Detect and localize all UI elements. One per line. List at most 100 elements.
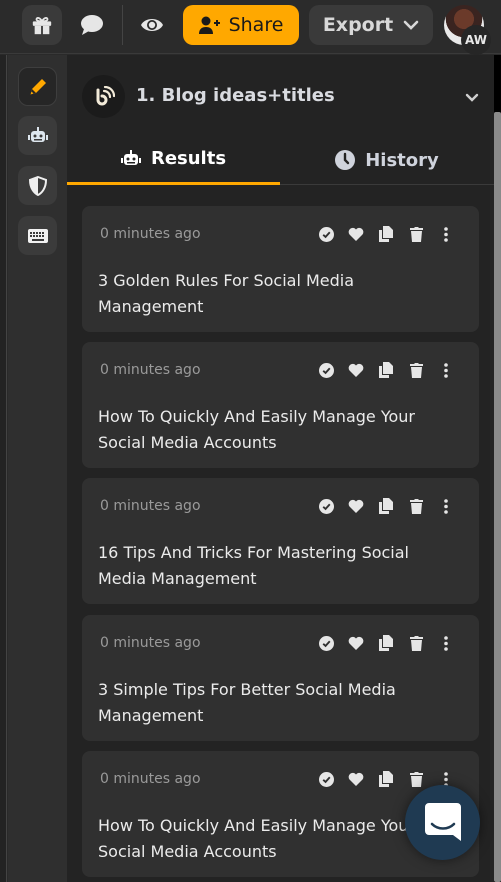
chevron-down-icon	[403, 20, 419, 30]
comments-button[interactable]	[72, 5, 112, 45]
rail-item-write[interactable]	[18, 67, 57, 106]
share-button[interactable]: Share	[183, 5, 299, 45]
tab-results[interactable]: Results	[67, 135, 280, 185]
gift-button[interactable]	[22, 5, 62, 45]
export-dropdown[interactable]: Export	[309, 5, 433, 45]
approve-button[interactable]	[318, 362, 334, 378]
result-text: 16 Tips And Tricks For Mastering Social …	[98, 543, 409, 588]
result-card[interactable]: 0 minutes ago 3 Simple Tips For Better S…	[82, 615, 479, 741]
copy-icon	[379, 226, 393, 242]
support-chat-launcher[interactable]	[405, 785, 480, 860]
blog-feed-icon	[96, 85, 115, 105]
favorite-button[interactable]	[348, 771, 364, 787]
rail-item-security[interactable]	[18, 166, 57, 205]
result-card[interactable]: 0 minutes ago How To Quickly And Easily …	[82, 342, 479, 468]
copy-button[interactable]	[378, 362, 394, 378]
delete-button[interactable]	[408, 498, 424, 514]
rail-item-keyboard[interactable]	[18, 216, 57, 255]
result-text: How To Quickly And Easily Manage Your So…	[98, 407, 415, 452]
more-options-button[interactable]	[438, 226, 454, 242]
outer-sidebar-edge	[0, 55, 7, 882]
avatar-initials: AW	[461, 25, 491, 55]
copy-icon	[379, 498, 393, 514]
check-circle-icon	[318, 362, 334, 378]
keyboard-icon	[27, 228, 48, 243]
more-vertical-icon	[444, 226, 448, 242]
check-circle-icon	[318, 226, 334, 242]
result-timestamp: 0 minutes ago	[100, 771, 201, 787]
result-actions	[318, 362, 454, 378]
more-vertical-icon	[444, 635, 448, 651]
favorite-button[interactable]	[348, 498, 364, 514]
pencil-icon	[30, 78, 46, 94]
trash-icon	[409, 498, 423, 514]
result-timestamp: 0 minutes ago	[100, 635, 201, 651]
delete-button[interactable]	[408, 771, 424, 787]
trash-icon	[409, 362, 423, 378]
result-text: 3 Golden Rules For Social Media Manageme…	[98, 271, 355, 316]
result-text: How To Quickly And Easily Manage Your So…	[98, 816, 415, 861]
copy-button[interactable]	[378, 226, 394, 242]
robot-icon	[27, 126, 48, 142]
export-label: Export	[322, 14, 394, 36]
result-actions	[318, 635, 454, 651]
tool-collapse-toggle[interactable]	[462, 87, 482, 107]
more-vertical-icon	[444, 498, 448, 514]
chevron-down-icon	[465, 93, 479, 102]
delete-button[interactable]	[408, 226, 424, 242]
favorite-button[interactable]	[348, 635, 364, 651]
tool-title: 1. Blog ideas+titles	[136, 85, 335, 106]
result-actions	[318, 226, 454, 242]
preview-button[interactable]	[132, 5, 172, 45]
result-card[interactable]: 0 minutes ago 3 Golden Rules For Social …	[82, 206, 479, 332]
more-options-button[interactable]	[438, 635, 454, 651]
user-avatar[interactable]: AW	[444, 5, 491, 55]
more-vertical-icon	[444, 362, 448, 378]
result-actions	[318, 498, 454, 514]
copy-button[interactable]	[378, 498, 394, 514]
heart-icon	[348, 499, 364, 513]
rail-item-ai[interactable]	[18, 116, 57, 155]
result-card[interactable]: 0 minutes ago 16 Tips And Tricks For Mas…	[82, 478, 479, 604]
favorite-button[interactable]	[348, 362, 364, 378]
top-bar: Share Export AW	[0, 0, 501, 55]
delete-button[interactable]	[408, 362, 424, 378]
results-tabs: Results History	[67, 135, 494, 185]
trash-icon	[409, 771, 423, 787]
more-options-button[interactable]	[438, 362, 454, 378]
approve-button[interactable]	[318, 498, 334, 514]
tab-history[interactable]: History	[280, 135, 494, 185]
approve-button[interactable]	[318, 226, 334, 242]
result-timestamp: 0 minutes ago	[100, 362, 201, 378]
result-timestamp: 0 minutes ago	[100, 498, 201, 514]
tab-results-label: Results	[150, 148, 227, 169]
trash-icon	[409, 226, 423, 242]
trash-icon	[409, 635, 423, 651]
clock-icon	[335, 150, 356, 170]
copy-icon	[379, 635, 393, 651]
heart-icon	[348, 227, 364, 241]
robot-icon	[120, 149, 141, 165]
heart-icon	[348, 772, 364, 786]
gift-icon	[32, 16, 52, 35]
result-text: 3 Simple Tips For Better Social Media Ma…	[98, 680, 396, 725]
result-actions	[318, 771, 454, 787]
tool-icon-badge	[82, 75, 125, 118]
copy-icon	[379, 362, 393, 378]
heart-icon	[348, 636, 364, 650]
delete-button[interactable]	[408, 635, 424, 651]
check-circle-icon	[318, 498, 334, 514]
add-user-icon	[198, 16, 220, 34]
check-circle-icon	[318, 771, 334, 787]
favorite-button[interactable]	[348, 226, 364, 242]
more-options-button[interactable]	[438, 498, 454, 514]
approve-button[interactable]	[318, 771, 334, 787]
shield-icon	[28, 175, 47, 196]
scrollbar-thumb[interactable]	[494, 112, 501, 882]
toolbar-divider	[122, 5, 123, 45]
tool-header[interactable]: 1. Blog ideas+titles	[82, 75, 482, 119]
copy-button[interactable]	[378, 635, 394, 651]
chat-bubble-icon	[81, 15, 103, 35]
approve-button[interactable]	[318, 635, 334, 651]
copy-button[interactable]	[378, 771, 394, 787]
